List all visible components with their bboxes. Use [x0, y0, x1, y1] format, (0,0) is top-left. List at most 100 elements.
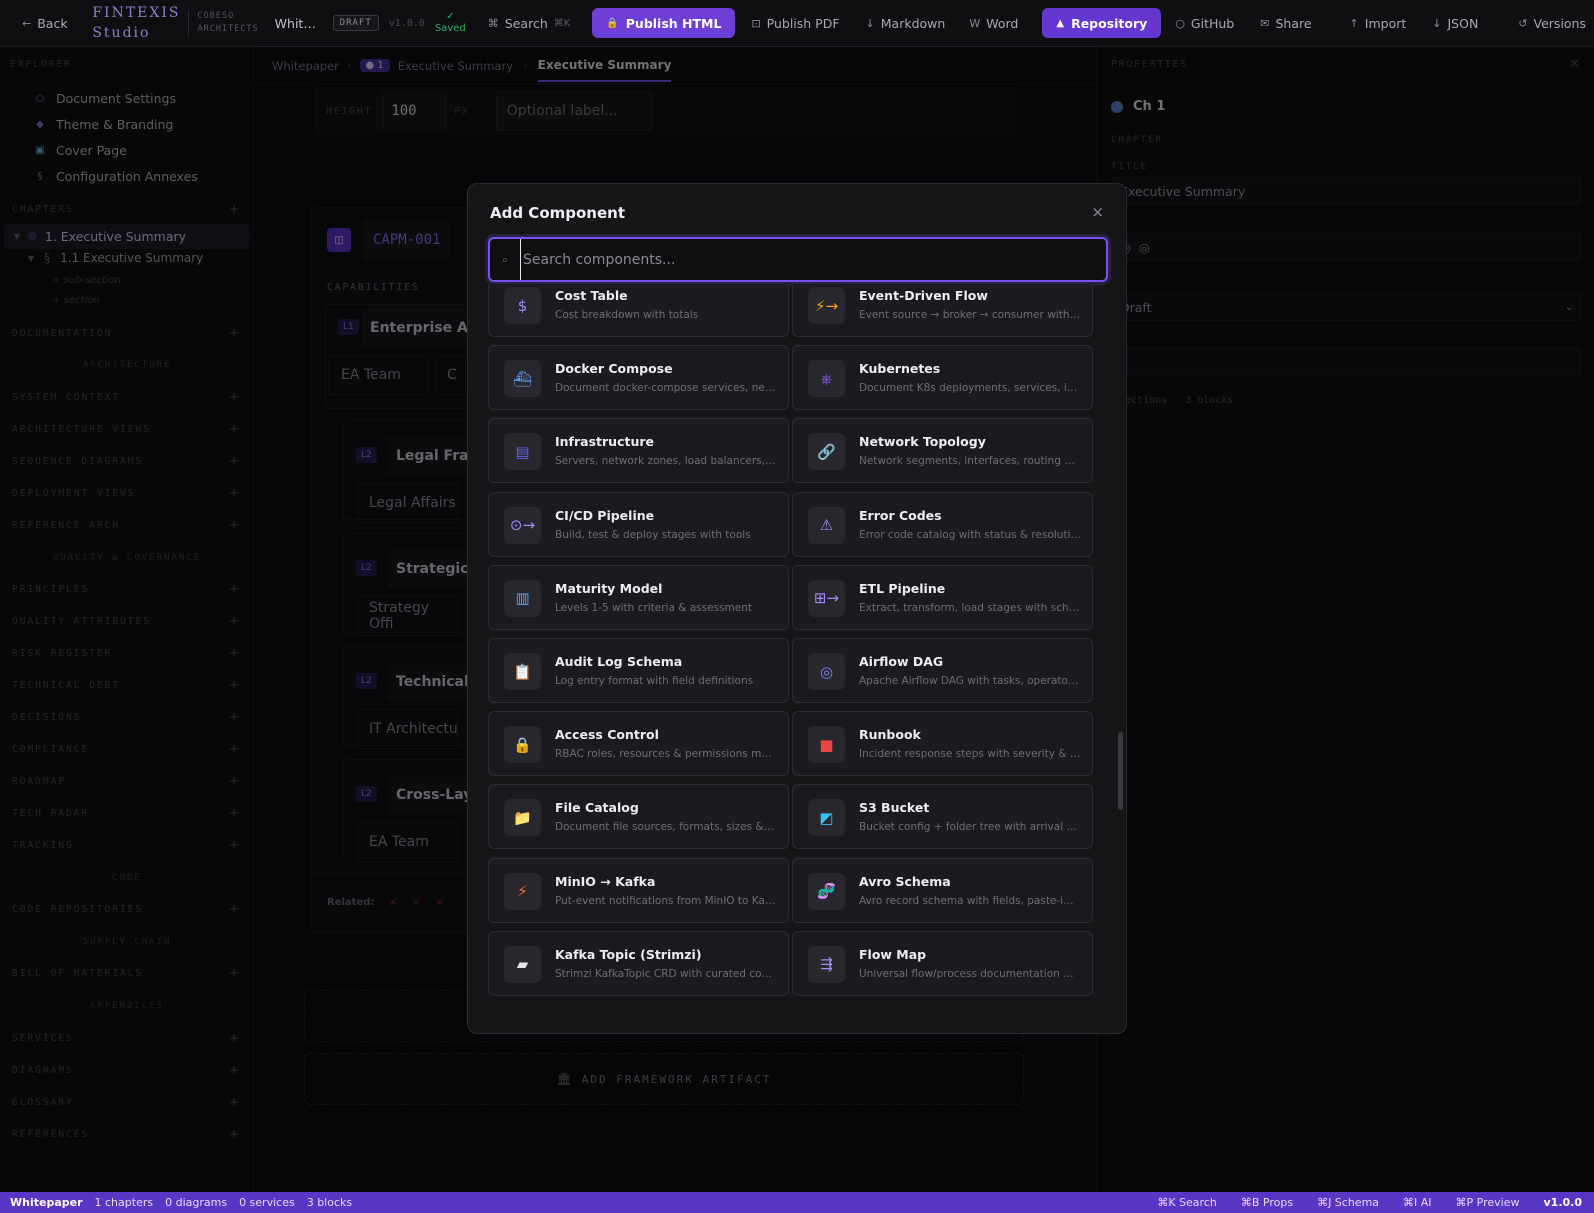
component-card[interactable]: ▰ Kafka Topic (Strimzi) Strimzi KafkaTopic…: [488, 930, 789, 996]
status-doc: Whitepaper: [10, 1196, 83, 1209]
component-name: Event-Driven Flow: [859, 288, 988, 303]
json-label: JSON: [1447, 15, 1479, 31]
component-glyph: ⊙→: [509, 516, 536, 535]
github-button[interactable]: ○ GitHub: [1167, 16, 1242, 31]
component-icon: $: [504, 287, 541, 324]
component-card[interactable]: 🔒 Access Control RBAC roles, resources & p…: [488, 711, 789, 777]
shortcut-ai[interactable]: ⌘I AI: [1403, 1196, 1432, 1209]
component-name: Avro Schema: [859, 873, 951, 889]
component-card[interactable]: $ Cost Table Cost breakdown with totals: [488, 284, 789, 337]
component-card[interactable]: 📋 Audit Log Schema Log entry format with f…: [488, 638, 789, 703]
word-button[interactable]: W Word: [961, 16, 1026, 31]
back-label: Back: [37, 15, 68, 31]
component-glyph: ⚠: [819, 516, 834, 535]
shortcut-props[interactable]: ⌘B Props: [1241, 1196, 1293, 1209]
back-button[interactable]: ← Back: [0, 16, 78, 31]
status-services: 0 services: [239, 1196, 295, 1209]
component-card[interactable]: ⊙→ CI/CD Pipeline Build, test & deploy sta…: [488, 491, 789, 557]
history-icon: ↺: [1518, 16, 1528, 30]
shortcut-schema[interactable]: ⌘J Schema: [1317, 1196, 1379, 1209]
triangle-icon: ▲: [1056, 17, 1065, 29]
component-glyph: 🔗: [817, 442, 836, 461]
doc-title[interactable]: Whitepaper: [275, 16, 323, 31]
share-icon: ✉: [1260, 16, 1270, 30]
component-card[interactable]: ▥ Maturity Model Levels 1-5 with criteria …: [488, 564, 789, 630]
component-card[interactable]: ⚡→ Event-Driven Flow Event source → broker…: [792, 284, 1093, 337]
org-line1: COBESO: [197, 11, 235, 21]
component-card[interactable]: ▤ Infrastructure Servers, network zones, l…: [488, 418, 789, 484]
search-shortcut: ⌘K: [553, 17, 571, 29]
component-card[interactable]: ⚠ Error Codes Error code catalog with stat…: [792, 491, 1093, 557]
component-name: Access Control: [555, 727, 659, 743]
component-card[interactable]: ◩ S3 Bucket Bucket config + folder tree wi…: [792, 784, 1093, 850]
component-glyph: ▤: [515, 442, 530, 461]
draft-badge: DRAFT: [332, 15, 379, 31]
import-button[interactable]: ↑ Import: [1342, 16, 1415, 31]
component-glyph: ◩: [819, 808, 834, 827]
component-icon: ▰: [504, 945, 541, 983]
search-button[interactable]: ⌘ Search ⌘K: [480, 16, 579, 31]
component-name: Maturity Model: [555, 580, 663, 596]
component-icon: ⛴: [504, 360, 541, 398]
component-name: S3 Bucket: [859, 800, 930, 816]
saved-label: Saved: [434, 23, 466, 34]
component-icon: 📋: [504, 653, 541, 690]
component-icon: 🔗: [808, 433, 845, 471]
component-desc: Build, test & deploy stages with tools: [555, 528, 751, 541]
component-desc: Log entry format with field definitions: [555, 675, 754, 687]
component-card[interactable]: ⎈ Kubernetes Document K8s deployments, ser…: [792, 345, 1093, 411]
component-glyph: ▥: [515, 589, 530, 608]
status-blocks: 3 blocks: [306, 1196, 353, 1209]
markdown-button[interactable]: ↓ Markdown: [858, 16, 954, 31]
component-icon: ⚠: [808, 506, 845, 544]
component-glyph: ⊞→: [813, 589, 840, 608]
component-name: Error Codes: [859, 507, 942, 523]
component-name: Kubernetes: [859, 361, 941, 377]
component-desc: Cost breakdown with totals: [555, 309, 699, 321]
component-card[interactable]: 🧬 Avro Schema Avro record schema with fiel…: [792, 857, 1093, 923]
component-glyph: ⎈: [820, 369, 833, 388]
close-icon[interactable]: ×: [1091, 203, 1104, 221]
component-desc: Levels 1-5 with criteria & assessment: [555, 601, 752, 614]
publish-html-label: Publish HTML: [625, 15, 722, 31]
json-button[interactable]: ↓ JSON: [1424, 16, 1486, 31]
component-name: Audit Log Schema: [555, 654, 683, 669]
component-card[interactable]: ⚡ MinIO → Kafka Put-event notifications fr…: [488, 857, 789, 923]
org-line2: ARCHITECTS: [197, 24, 259, 34]
component-card[interactable]: ◎ Airflow DAG Apache Airflow DAG with task…: [792, 638, 1093, 703]
component-card[interactable]: ⛴ Docker Compose Document docker-compose s…: [488, 345, 789, 411]
versions-button[interactable]: ↺ Versions: [1510, 16, 1594, 31]
github-icon: ○: [1175, 16, 1185, 30]
doc-info: Whitepaper DRAFT v1.0.0 ✓Saved: [267, 11, 474, 35]
component-icon: ▥: [504, 579, 541, 617]
status-shortcuts: ⌘K Search ⌘B Props ⌘J Schema ⌘I AI ⌘P Pr…: [1145, 1196, 1594, 1209]
share-button[interactable]: ✉ Share: [1252, 16, 1319, 31]
scrollbar[interactable]: [1118, 732, 1123, 810]
repository-button[interactable]: ▲ Repository: [1042, 8, 1162, 38]
word-label: Word: [986, 15, 1019, 31]
brand-sub: Studio: [92, 25, 151, 41]
component-icon: ■: [808, 726, 845, 764]
component-card[interactable]: ⇶ Flow Map Universal flow/process document…: [792, 930, 1093, 996]
app-window: ← Back FINTEXIS Studio COBESO ARCHITECTS…: [0, 0, 1594, 1213]
component-icon: ⊞→: [808, 579, 845, 617]
component-desc: Universal flow/process documentation wit…: [859, 967, 1081, 980]
search-input[interactable]: [520, 239, 1100, 280]
component-icon: ⎈: [808, 360, 845, 398]
component-name: Kafka Topic (Strimzi): [555, 946, 702, 962]
publish-html-button[interactable]: 🔒 Publish HTML: [592, 8, 736, 38]
shortcut-search[interactable]: ⌘K Search: [1157, 1196, 1217, 1209]
component-desc: Event source → broker → consumer with co…: [859, 309, 1081, 321]
component-name: Airflow DAG: [859, 654, 944, 669]
component-card[interactable]: 🔗 Network Topology Network segments, inter…: [792, 418, 1093, 484]
import-label: Import: [1364, 15, 1407, 31]
publish-pdf-button[interactable]: ⊡ Publish PDF: [743, 16, 847, 31]
component-card[interactable]: ■ Runbook Incident response steps with sev…: [792, 711, 1093, 777]
component-card[interactable]: ⊞→ ETL Pipeline Extract, transform, load s…: [792, 564, 1093, 630]
github-label: GitHub: [1190, 15, 1235, 31]
component-desc: RBAC roles, resources & permissions matr…: [555, 748, 777, 761]
shortcut-preview[interactable]: ⌘P Preview: [1456, 1196, 1520, 1209]
component-card[interactable]: 📁 File Catalog Document file sources, form…: [488, 784, 789, 850]
component-glyph: 🔒: [513, 735, 532, 754]
add-component-modal: Add Component × ⌕ $ Cost Table Cost breakd…: [467, 183, 1127, 1034]
